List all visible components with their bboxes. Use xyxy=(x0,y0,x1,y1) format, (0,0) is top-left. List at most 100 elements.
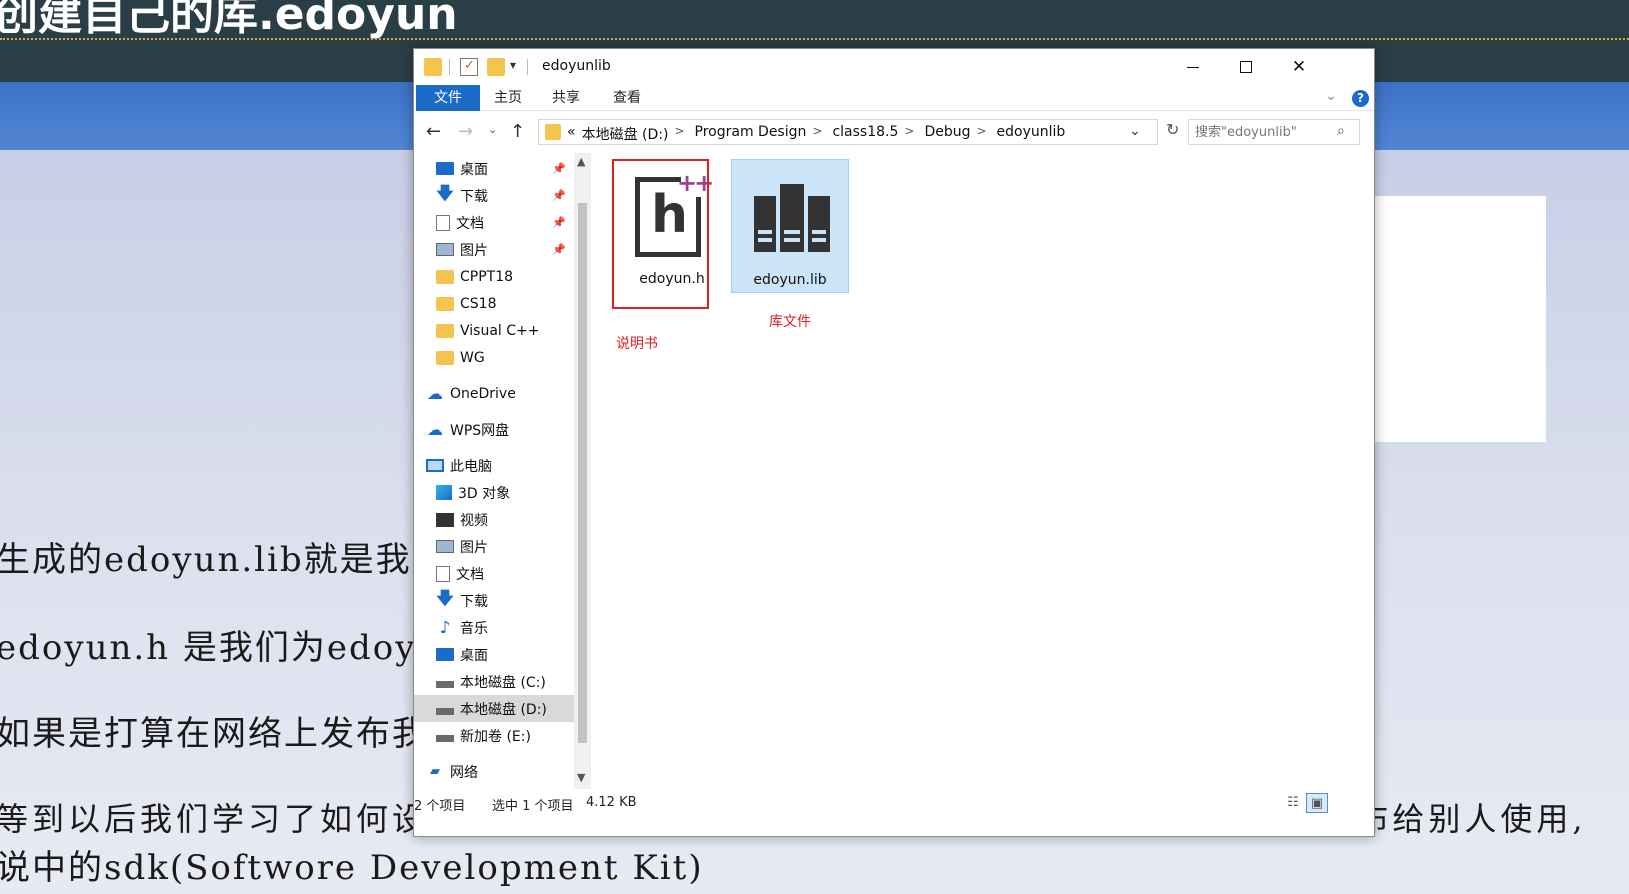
pictures-icon xyxy=(436,243,454,256)
search-input[interactable] xyxy=(1195,123,1329,141)
expand-ribbon-icon[interactable]: ⌄ xyxy=(1325,88,1337,104)
sidebar-item-label: 网络 xyxy=(450,764,478,781)
pin-icon[interactable]: 📌 xyxy=(552,189,566,202)
sidebar-item-documents[interactable]: 文档 📌 xyxy=(414,209,574,236)
window-title: edoyunlib xyxy=(542,58,611,74)
sidebar-item-desktop-pc[interactable]: 桌面 xyxy=(414,641,574,668)
sidebar-item-cs18[interactable]: CS18 xyxy=(414,290,574,317)
sidebar-item-label: 音乐 xyxy=(460,620,488,637)
sidebar-item-network[interactable]: ▰ 网络 xyxy=(414,758,574,785)
sidebar-item-this-pc[interactable]: 此电脑 xyxy=(414,452,574,479)
slide-title: 创建自己的库.edoyun xyxy=(0,0,458,40)
sidebar-item-downloads-pc[interactable]: 🡇 下载 xyxy=(414,587,574,614)
breadcrumb-item[interactable]: class18.5 xyxy=(832,124,898,144)
selection-count: 选中 1 个项目 xyxy=(492,799,574,814)
pin-icon[interactable]: 📌 xyxy=(552,216,566,229)
pictures-icon xyxy=(436,540,454,553)
sidebar-item-label: CPPT18 xyxy=(460,268,514,285)
refresh-button[interactable]: ↻ xyxy=(1166,120,1179,139)
sidebar-item-music[interactable]: ♪ 音乐 xyxy=(414,614,574,641)
maximize-button[interactable] xyxy=(1219,49,1273,85)
header-file-annotation: 说明书 xyxy=(616,336,658,352)
music-icon: ♪ xyxy=(439,617,451,638)
chevron-right-icon[interactable]: > xyxy=(976,124,986,144)
folder-icon xyxy=(436,350,454,365)
navigation-bar: ← → ⌄ ↑ « 本地磁盘 (D:) > Program Design > c… xyxy=(414,115,1374,149)
file-explorer-window: ▾ edoyunlib ✕ 文件 主页 共享 查看 ⌄ ? ← → ⌄ ↑ « … xyxy=(413,48,1375,837)
quick-access-dropdown-icon[interactable]: ▾ xyxy=(510,58,516,72)
tab-file[interactable]: 文件 xyxy=(416,85,480,111)
sidebar-item-label: 此电脑 xyxy=(450,458,492,475)
sidebar-item-wps-cloud[interactable]: ☁ WPS网盘 xyxy=(414,416,574,443)
sidebar-item-label: 3D 对象 xyxy=(458,485,511,502)
address-dropdown-icon[interactable]: ⌄ xyxy=(1129,123,1141,139)
close-button[interactable]: ✕ xyxy=(1272,49,1326,85)
sidebar-item-desktop[interactable]: 桌面 📌 xyxy=(414,155,574,182)
sidebar-item-drive-c[interactable]: 本地磁盘 (C:) xyxy=(414,668,574,695)
chevron-right-icon[interactable]: > xyxy=(674,124,684,144)
sidebar-item-pictures[interactable]: 图片 📌 xyxy=(414,236,574,263)
slide-divider xyxy=(0,38,1629,40)
details-view-icon[interactable]: ☷ xyxy=(1282,793,1304,813)
breadcrumb-item[interactable]: Debug xyxy=(924,124,970,144)
tab-view[interactable]: 查看 xyxy=(605,85,649,111)
sidebar-item-visual-cpp[interactable]: Visual C++ xyxy=(414,317,574,344)
book-icon xyxy=(808,196,830,252)
up-button[interactable]: ↑ xyxy=(510,121,525,142)
toolbar-separator xyxy=(449,59,450,75)
sidebar-item-label: 图片 xyxy=(460,539,488,556)
recent-locations-icon[interactable]: ⌄ xyxy=(488,123,497,136)
search-box[interactable]: ⌕ xyxy=(1188,119,1360,145)
large-icons-view-icon[interactable]: ▣ xyxy=(1306,793,1328,813)
chevron-right-icon[interactable]: > xyxy=(904,124,914,144)
address-bar[interactable]: « 本地磁盘 (D:) > Program Design > class18.5… xyxy=(538,119,1158,145)
minimize-button[interactable] xyxy=(1166,49,1220,85)
sidebar-item-label: Visual C++ xyxy=(460,322,540,339)
new-folder-icon[interactable] xyxy=(487,58,505,76)
sidebar-item-videos[interactable]: 视频 xyxy=(414,506,574,533)
drive-icon xyxy=(436,735,454,742)
onedrive-icon: ☁ xyxy=(427,384,443,403)
sidebar-item-label: 本地磁盘 (D:) xyxy=(460,701,547,718)
tab-share[interactable]: 共享 xyxy=(544,85,588,111)
pin-icon[interactable]: 📌 xyxy=(552,162,566,175)
back-button[interactable]: ← xyxy=(426,121,441,142)
sidebar-item-label: CS18 xyxy=(460,295,497,312)
sidebar-item-pictures-pc[interactable]: 图片 xyxy=(414,533,574,560)
sidebar-item-label: WPS网盘 xyxy=(450,422,510,439)
sidebar-item-cppt18[interactable]: CPPT18 xyxy=(414,263,574,290)
breadcrumb-overflow[interactable]: « xyxy=(567,124,576,144)
breadcrumb-item[interactable]: 本地磁盘 (D:) xyxy=(582,124,669,144)
sidebar-item-label: 新加卷 (E:) xyxy=(460,728,531,745)
breadcrumb: « 本地磁盘 (D:) > Program Design > class18.5… xyxy=(567,124,1071,144)
chevron-right-icon[interactable]: > xyxy=(812,124,822,144)
scroll-up-icon[interactable]: ▲ xyxy=(577,155,585,168)
navigation-pane-scrollbar[interactable]: ▲ ▼ xyxy=(574,153,591,789)
sidebar-item-3d-objects[interactable]: 3D 对象 xyxy=(414,479,574,506)
search-icon[interactable]: ⌕ xyxy=(1337,123,1345,139)
sidebar-item-label: 桌面 xyxy=(460,647,488,664)
sidebar-item-wg[interactable]: WG xyxy=(414,344,574,371)
scroll-down-icon[interactable]: ▼ xyxy=(577,771,585,784)
drive-icon xyxy=(436,681,454,688)
forward-button[interactable]: → xyxy=(458,121,473,142)
breadcrumb-item[interactable]: Program Design xyxy=(695,124,807,144)
sidebar-item-label: 下载 xyxy=(460,593,488,610)
breadcrumb-item[interactable]: edoyunlib xyxy=(997,124,1066,144)
sidebar-item-drive-d[interactable]: 本地磁盘 (D:) xyxy=(414,695,574,722)
file-view: h ++ edoyun.h edoyun.lib 说明书 库文件 xyxy=(591,153,1374,789)
sidebar-item-label: 桌面 xyxy=(460,161,488,178)
sidebar-item-documents-pc[interactable]: 文档 xyxy=(414,560,574,587)
3d-objects-icon xyxy=(436,485,452,500)
properties-icon[interactable] xyxy=(460,58,478,76)
folder-icon xyxy=(545,124,561,140)
help-icon[interactable]: ? xyxy=(1352,90,1369,107)
file-item-edoyun-lib[interactable]: edoyun.lib xyxy=(731,159,849,293)
sidebar-item-downloads[interactable]: 🡇 下载 📌 xyxy=(414,182,574,209)
scrollbar-thumb[interactable] xyxy=(578,203,587,743)
tab-home[interactable]: 主页 xyxy=(486,85,530,111)
pin-icon[interactable]: 📌 xyxy=(552,243,566,256)
sidebar-item-drive-e[interactable]: 新加卷 (E:) xyxy=(414,722,574,749)
sidebar-item-onedrive[interactable]: ☁ OneDrive xyxy=(414,380,574,407)
ribbon-tabs: 文件 主页 共享 查看 ⌄ ? xyxy=(414,85,1374,111)
